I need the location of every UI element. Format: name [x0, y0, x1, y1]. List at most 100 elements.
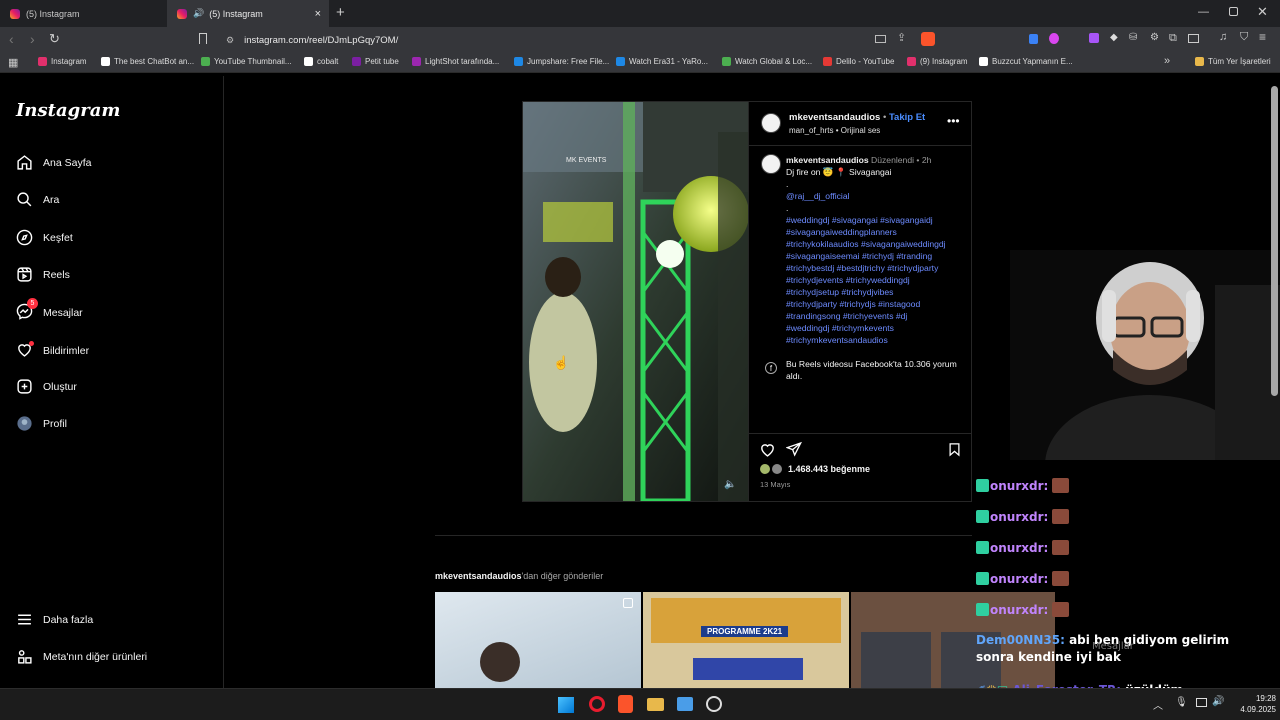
close-window-button[interactable]: ✕ — [1257, 4, 1268, 20]
browser-tab-1[interactable]: (5) Instagram — [0, 0, 166, 27]
hashtag-line[interactable]: #sivagangaiseemai #trichydj #tranding — [786, 250, 971, 262]
microphone-icon[interactable]: 🎙 — [1175, 697, 1188, 708]
more-posts-username[interactable]: mkeventsandaudios — [435, 571, 522, 581]
vpn-icon[interactable]: ⛉ — [1240, 31, 1248, 44]
music-icon[interactable]: ♫ — [1219, 31, 1227, 43]
post-thumbnail[interactable]: PROGRAMME 2K21 — [643, 592, 849, 688]
extension-icon-5[interactable]: ⛁ — [1129, 32, 1137, 43]
clock[interactable]: 19:28 4.09.2025 — [1226, 693, 1276, 715]
bookmark-item[interactable]: Watch Era31 - YaRo... — [616, 57, 708, 66]
author-username[interactable]: mkeventsandaudios — [789, 112, 880, 123]
windows-start-icon[interactable] — [558, 697, 574, 713]
bookmark-item[interactable]: LightShot tarafında... — [412, 57, 499, 66]
bookmark-item[interactable]: YouTube Thumbnail... — [201, 57, 292, 66]
network-icon[interactable] — [1196, 698, 1207, 707]
obs-icon[interactable] — [706, 696, 722, 712]
sidebar-item-explore[interactable]: Keşfet — [16, 229, 73, 246]
more-options-icon[interactable]: ••• — [947, 114, 960, 128]
volume-icon[interactable]: 🔊 — [1212, 696, 1224, 707]
hashtag-line[interactable]: #trichydjevents #trichyweddingdj — [786, 274, 971, 286]
bookmark-item[interactable]: Instagram — [38, 57, 87, 66]
bookmark-item[interactable]: The best ChatBot an... — [101, 57, 194, 66]
hashtag-line[interactable]: #weddingdj #sivagangai #sivagangaidj — [786, 214, 971, 226]
hashtag-line[interactable]: #trichymkeventsandaudios — [786, 334, 971, 346]
sidebar-item-search[interactable]: Ara — [16, 191, 59, 208]
mute-icon[interactable]: 🔈 — [724, 479, 736, 490]
bookmark-item[interactable]: Jumpshare: Free File... — [514, 57, 609, 66]
site-info-icon[interactable]: ⚙ — [226, 35, 234, 46]
reload-icon[interactable]: ↻ — [49, 31, 60, 47]
sidebar-toggle-icon[interactable] — [1188, 34, 1199, 43]
mention-link[interactable]: @raj__dj_official — [786, 190, 971, 202]
audio-user[interactable]: man_of_hrts — [789, 126, 833, 135]
more-menu[interactable]: Daha fazla — [16, 611, 93, 628]
more-posts-heading: mkeventsandaudios'dan diğer gönderiler — [435, 571, 603, 581]
more-bookmarks-icon[interactable]: » — [1164, 55, 1170, 67]
extension-icon-4[interactable]: ◆ — [1110, 32, 1118, 43]
reel-video[interactable]: MK EVENTS 🔈 — [523, 102, 748, 501]
file-explorer-icon[interactable] — [647, 698, 664, 711]
hashtag-line[interactable]: #weddingdj #trichymkevents — [786, 322, 971, 334]
opera-icon[interactable] — [589, 696, 605, 712]
instagram-favicon-icon — [177, 8, 187, 19]
caption-avatar[interactable] — [761, 154, 781, 174]
hashtag-line[interactable]: #trichybestdj #bestdjtrichy #trichydjpar… — [786, 262, 971, 274]
hashtag-line[interactable]: #sivagangaiweddingplanners — [786, 226, 971, 238]
bookmark-icon[interactable] — [199, 33, 207, 44]
extension-icon-2[interactable] — [1049, 33, 1059, 44]
more-posts-suffix: 'dan diğer gönderiler — [521, 571, 604, 581]
page-scrollbar[interactable] — [1271, 86, 1278, 396]
apps-grid-icon[interactable]: ▦ — [8, 56, 18, 69]
sidebar-item-reels[interactable]: Reels — [16, 266, 70, 283]
save-icon[interactable] — [947, 441, 962, 458]
bookmark-item[interactable]: Buzzcut Yapmanın E... — [979, 57, 1073, 66]
caption-username[interactable]: mkeventsandaudios — [786, 155, 869, 165]
instagram-logo[interactable]: Instagram — [16, 100, 120, 121]
bookmark-item[interactable]: cobalt — [304, 57, 338, 66]
post-thumbnail[interactable] — [435, 592, 641, 688]
hashtag-line[interactable]: #trandingsong #trichyevents #dj — [786, 310, 971, 322]
follow-button[interactable]: Takip Et — [889, 112, 925, 123]
close-tab-icon[interactable]: × — [315, 8, 321, 20]
tray-chevron-icon[interactable]: ︿ — [1153, 697, 1163, 712]
restore-button[interactable] — [1229, 7, 1238, 16]
new-tab-button[interactable]: + — [336, 4, 345, 21]
sidebar-item-home[interactable]: Ana Sayfa — [16, 154, 91, 171]
bookmark-item[interactable]: Delilo - YouTube — [823, 57, 894, 66]
sidebar-item-profile[interactable]: Profil — [16, 415, 67, 432]
author-avatar[interactable] — [761, 113, 781, 133]
bookmarks-bar: ▦ Instagram The best ChatBot an... YouTube… — [0, 53, 1280, 73]
meta-products[interactable]: Meta'nın diğer ürünleri — [16, 648, 147, 665]
audio-label[interactable]: Orijinal ses — [841, 126, 881, 135]
bookmark-label: (9) Instagram — [920, 57, 968, 66]
like-icon[interactable] — [759, 441, 776, 458]
chat-username: onurxdr: — [990, 478, 1049, 493]
post-time: 2h — [921, 155, 932, 165]
brave-shield-icon[interactable] — [921, 32, 935, 46]
bookmark-item[interactable]: Watch Global & Loc... — [722, 57, 812, 66]
brave-icon[interactable] — [618, 695, 633, 713]
likes-row[interactable]: 1.468.443 beğenme — [760, 464, 870, 474]
sidebar-item-notifications[interactable]: Bildirimler — [16, 341, 89, 361]
extension-icon-1[interactable] — [1029, 34, 1038, 44]
extensions-icon[interactable]: ⧉ — [1169, 32, 1177, 45]
hashtag-line[interactable]: #trichydjsetup #trichydjvibes — [786, 286, 971, 298]
extension-icon-6[interactable]: ⚙ — [1150, 32, 1159, 43]
share-icon[interactable] — [786, 441, 802, 457]
back-icon[interactable]: ‹ — [9, 31, 14, 47]
minimize-button[interactable]: — — [1198, 6, 1209, 18]
sidebar-item-create[interactable]: Oluştur — [16, 378, 77, 395]
browser-tab-2[interactable]: 🔊 (5) Instagram × — [167, 0, 329, 27]
app-icon[interactable] — [677, 697, 693, 711]
cast-icon[interactable] — [875, 35, 886, 43]
extension-icon-3[interactable] — [1089, 33, 1099, 43]
all-bookmarks-folder[interactable]: Tüm Yer İşaretleri — [1195, 57, 1271, 66]
bookmark-item[interactable]: (9) Instagram — [907, 57, 968, 66]
sidebar-item-messages[interactable]: 5 Mesajlar — [16, 298, 83, 323]
menu-icon[interactable]: ≡ — [1259, 30, 1266, 44]
forward-icon[interactable]: › — [30, 31, 35, 47]
hashtag-line[interactable]: #trichykokilaaudios #sivagangaiweddingdj — [786, 238, 971, 250]
share-icon[interactable]: ⇪ — [897, 31, 906, 44]
bookmark-item[interactable]: Petit tube — [352, 57, 399, 66]
hashtag-line[interactable]: #trichydjparty #trichydjs #instagood — [786, 298, 971, 310]
